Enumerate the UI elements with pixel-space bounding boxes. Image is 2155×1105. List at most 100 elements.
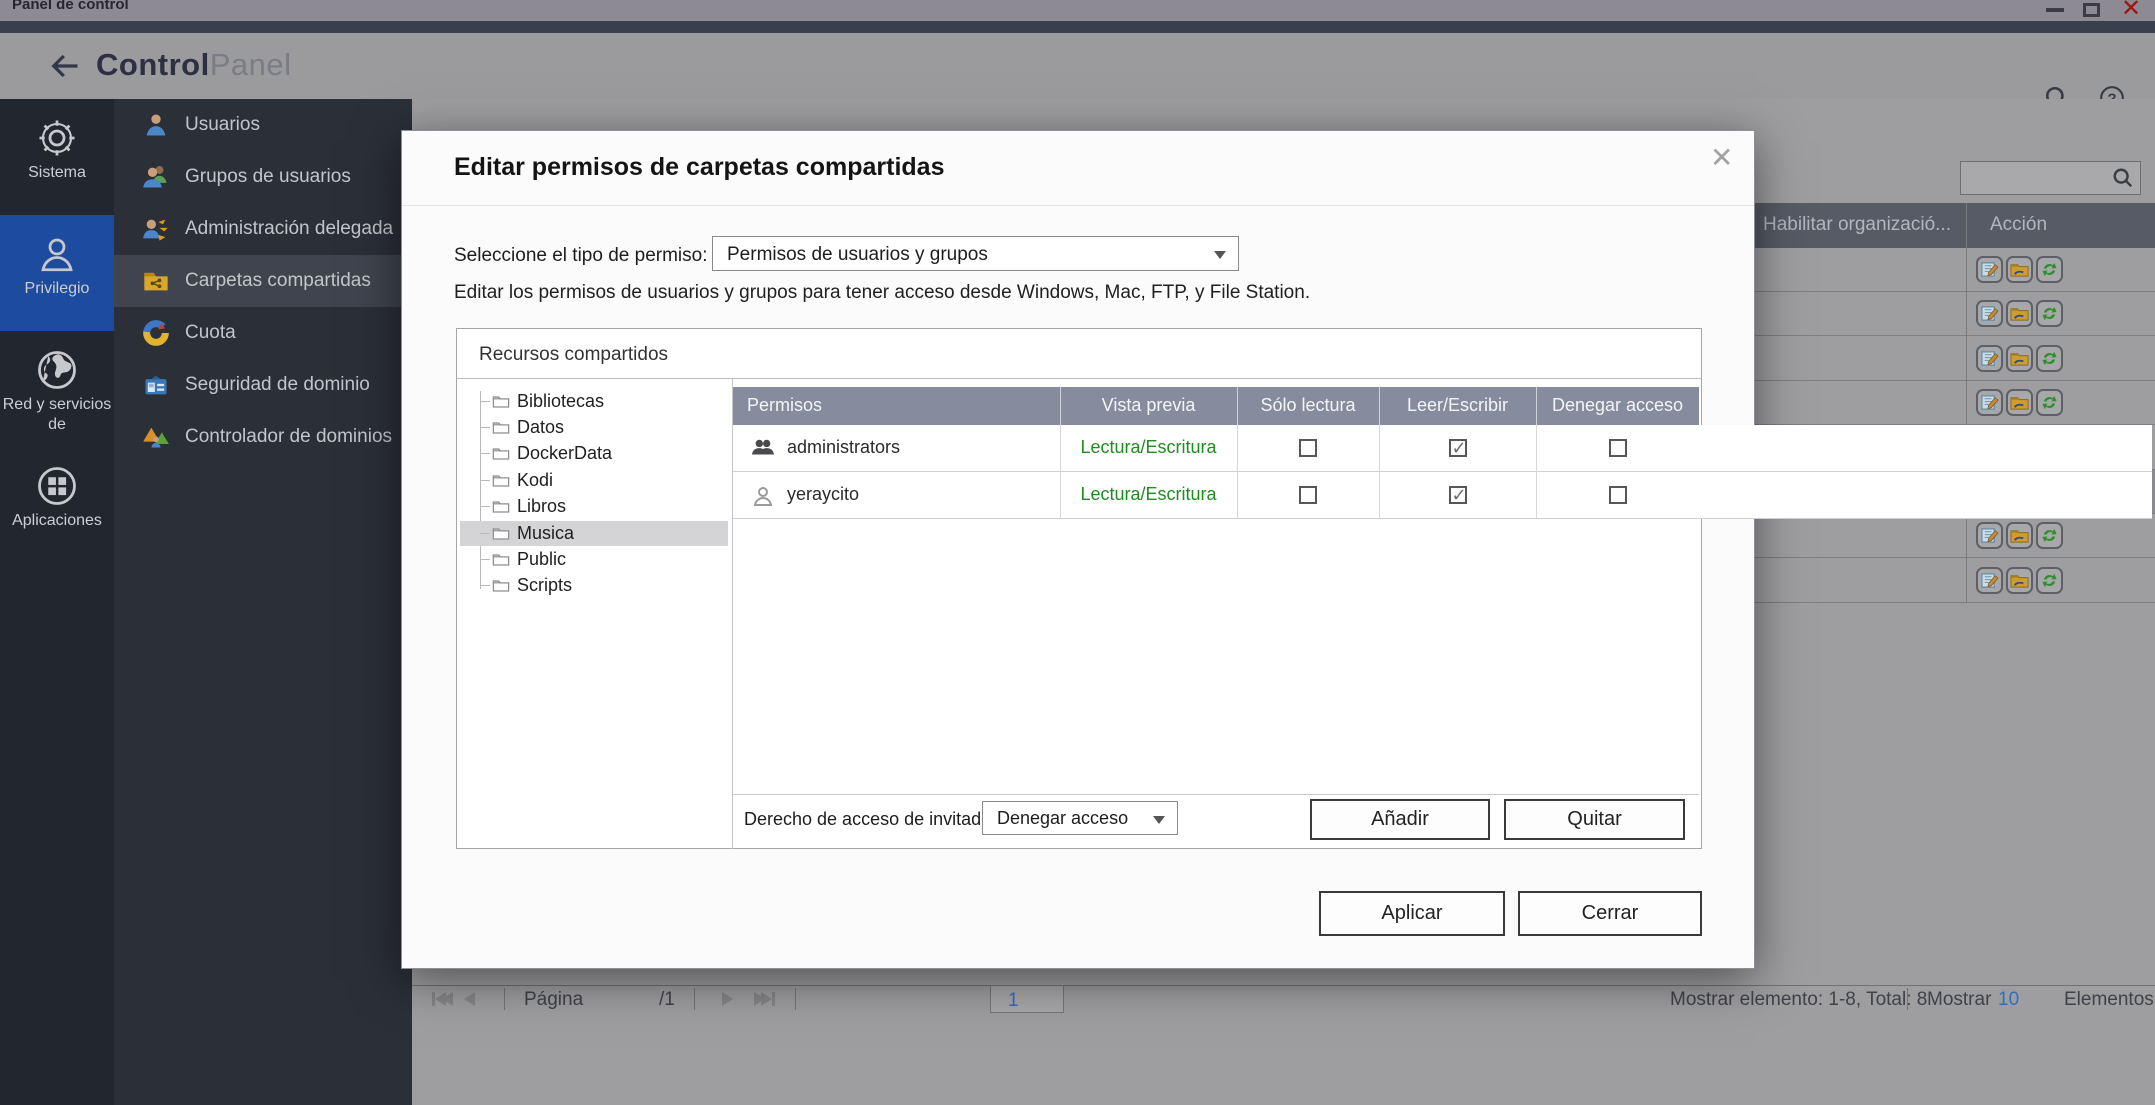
remove-button[interactable]: Quitar <box>1504 799 1685 840</box>
menu-item-label: Usuarios <box>185 114 260 136</box>
menu-item-controlador-de-dominios[interactable]: Controlador de dominios <box>114 411 412 463</box>
perm-column-header: Denegar acceso <box>1536 395 1699 416</box>
tree-item-musica[interactable]: Musica <box>460 521 728 546</box>
menu-item-label: Carpetas compartidas <box>185 270 371 292</box>
folder-permissions-action-button[interactable] <box>2006 300 2033 327</box>
menu-item-cuota[interactable]: Cuota <box>114 307 412 359</box>
guest-access-select[interactable]: Denegar acceso <box>982 801 1178 835</box>
permission-type-label: Seleccione el tipo de permiso: <box>454 245 707 267</box>
folder-icon <box>492 551 510 567</box>
tree-item-label: Datos <box>517 417 564 438</box>
solo-lectura-checkbox[interactable] <box>1299 439 1317 457</box>
solo-lectura-checkbox[interactable] <box>1299 486 1317 504</box>
folder-permissions-action-button[interactable] <box>2006 567 2033 594</box>
edit-action-button[interactable] <box>1976 300 2003 327</box>
divider <box>1379 387 1380 425</box>
leer-escribir-checkbox[interactable] <box>1449 486 1467 504</box>
page-number-input[interactable]: 1 <box>990 985 1064 1013</box>
apply-button[interactable]: Aplicar <box>1319 891 1505 936</box>
menu-item-grupos-de-usuarios[interactable]: Grupos de usuarios <box>114 151 412 203</box>
rail-item-sistema[interactable]: Sistema <box>0 99 114 215</box>
sync-action-button[interactable] <box>2036 567 2063 594</box>
tree-item-kodi[interactable]: Kodi <box>460 468 728 493</box>
folder-permissions-action-button[interactable] <box>2006 522 2033 549</box>
close-button[interactable]: Cerrar <box>1518 891 1702 936</box>
folder-permissions-action-button[interactable] <box>2006 256 2033 283</box>
edit-action-button[interactable] <box>1976 256 2003 283</box>
perm-column-header: Permisos <box>747 395 822 416</box>
perm-row-yeraycito[interactable]: yeraycitoLectura/Escritura <box>733 472 2152 519</box>
column-header-accion: Acción <box>1990 214 2047 236</box>
rail-item-label: Sistema <box>0 163 114 183</box>
rail-item-red-servicios[interactable]: Red y servicios de <box>0 331 114 447</box>
tree-item-datos[interactable]: Datos <box>460 415 728 440</box>
divider <box>1237 425 1238 472</box>
edit-action-button[interactable] <box>1976 389 2003 416</box>
permissions-table-header: PermisosVista previaSólo lecturaLeer/Esc… <box>733 387 1699 425</box>
menu-item-usuarios[interactable]: Usuarios <box>114 99 412 151</box>
tree-item-scripts[interactable]: Scripts <box>460 573 728 598</box>
menu-item-seguridad-de-dominio[interactable]: Seguridad de dominio <box>114 359 412 411</box>
perm-row-name: yeraycito <box>787 484 859 505</box>
menu-item-administracion-delegada[interactable]: Administración delegada <box>114 203 412 255</box>
window-titlebar: Panel de control ✕ <box>0 0 2155 21</box>
perm-row-administrators[interactable]: administratorsLectura/Escritura <box>733 425 2152 472</box>
tree-connector <box>480 533 490 534</box>
tree-item-label: DockerData <box>517 443 612 464</box>
tree-item-dockerdata[interactable]: DockerData <box>460 441 728 466</box>
perm-column-header: Leer/Escribir <box>1379 395 1536 416</box>
sync-action-button[interactable] <box>2036 256 2063 283</box>
rail-item-aplicaciones[interactable]: Aplicaciones <box>0 447 114 563</box>
tree-connector <box>480 506 490 507</box>
first-page-icon[interactable] <box>432 992 453 1006</box>
sync-action-button[interactable] <box>2036 389 2063 416</box>
divider <box>504 988 505 1010</box>
denegar-acceso-checkbox[interactable] <box>1609 486 1627 504</box>
sync-action-button[interactable] <box>2036 300 2063 327</box>
rail-item-label: Privilegio <box>0 279 114 299</box>
tree-item-libros[interactable]: Libros <box>460 494 728 519</box>
person-icon <box>36 233 78 275</box>
permission-type-select[interactable]: Permisos de usuarios y grupos <box>712 236 1239 271</box>
menu-item-label: Administración delegada <box>185 218 393 240</box>
page-label: Página <box>524 989 583 1011</box>
rail-item-privilegio[interactable]: Privilegio <box>0 215 114 331</box>
edit-action-button[interactable] <box>1976 522 2003 549</box>
background-search-input[interactable] <box>1960 161 2141 195</box>
domain-controller-icon <box>142 423 170 451</box>
edit-action-button[interactable] <box>1976 345 2003 372</box>
leer-escribir-checkbox[interactable] <box>1449 439 1467 457</box>
last-page-icon[interactable] <box>754 992 775 1006</box>
folder-tree: Bibliotecas Datos DockerData KodiLibrosMusi… <box>457 379 733 849</box>
prev-page-icon[interactable] <box>464 992 475 1006</box>
denegar-acceso-checkbox[interactable] <box>1609 439 1627 457</box>
brand-title: ControlPanel <box>96 47 292 83</box>
minimize-icon[interactable] <box>2046 8 2064 12</box>
shared-resources-panel: Recursos compartidos BibliotecasDatosDoc… <box>456 328 1702 849</box>
control-panel-window: Panel de control ✕ ControlPanel ? Sistem… <box>0 0 2155 1105</box>
page-size-value[interactable]: 10 <box>1998 989 2019 1011</box>
tree-item-bibliotecas[interactable]: Bibliotecas <box>460 389 728 414</box>
back-arrow-icon[interactable] <box>50 51 80 81</box>
folder-permissions-action-button[interactable] <box>2006 345 2033 372</box>
next-page-icon[interactable] <box>722 992 733 1006</box>
menu-item-carpetas-compartidas[interactable]: Carpetas compartidas <box>114 255 412 307</box>
divider <box>733 794 1699 795</box>
divider <box>694 988 695 1010</box>
maximize-icon[interactable] <box>2083 3 2100 17</box>
perm-column-header: Vista previa <box>1060 395 1237 416</box>
folder-permissions-action-button[interactable] <box>2006 389 2033 416</box>
delegate-icon <box>142 215 170 243</box>
users-icon <box>142 163 170 191</box>
app-header: ControlPanel ? <box>0 33 2155 99</box>
dialog-close-icon[interactable]: ✕ <box>1710 141 1733 174</box>
sync-action-button[interactable] <box>2036 522 2063 549</box>
sync-action-button[interactable] <box>2036 345 2063 372</box>
edit-action-button[interactable] <box>1976 567 2003 594</box>
add-button[interactable]: Añadir <box>1310 799 1490 840</box>
tree-connector <box>480 453 490 454</box>
close-window-icon[interactable]: ✕ <box>2121 0 2141 21</box>
divider <box>1060 387 1061 425</box>
window-title: Panel de control <box>12 0 129 13</box>
tree-item-public[interactable]: Public <box>460 547 728 572</box>
